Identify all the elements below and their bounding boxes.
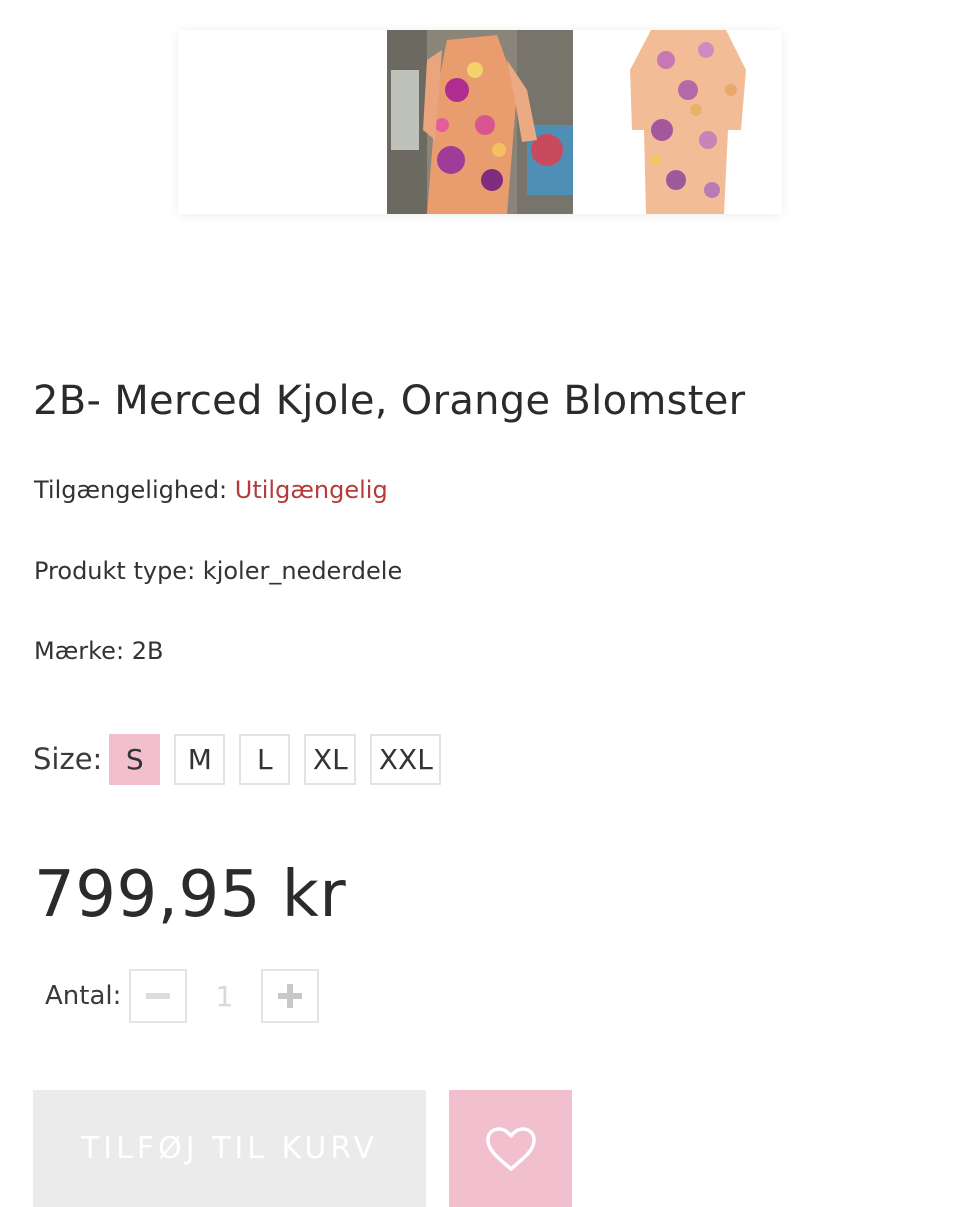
quantity-increase-button[interactable]: [261, 969, 320, 1023]
product-type-value: kjoler_nederdele: [202, 557, 403, 585]
size-option-xxl[interactable]: XXL: [370, 733, 442, 785]
add-to-cart-button[interactable]: TILFØJ TIL KURV: [33, 1090, 426, 1207]
size-option-xl[interactable]: XL: [304, 733, 357, 785]
product-price: 799,95 kr: [34, 858, 347, 932]
wishlist-button[interactable]: [449, 1090, 572, 1207]
quantity-stepper: Antal: 1: [45, 968, 320, 1024]
plus-icon: [278, 984, 303, 1008]
availability-status: Utilgængelig: [234, 476, 388, 504]
quantity-label: Antal:: [45, 981, 122, 1011]
thumbnail-model-photo[interactable]: [387, 30, 573, 214]
availability-label: Tilgængelighed:: [34, 476, 228, 504]
brand-value: 2B: [131, 637, 164, 665]
size-option-s[interactable]: S: [109, 733, 161, 785]
minus-icon: [146, 993, 171, 999]
brand-row: Mærke: 2B: [34, 637, 163, 665]
brand-label: Mærke:: [34, 637, 125, 665]
thumbnail-product-photo[interactable]: [596, 30, 782, 214]
heart-icon: [485, 1126, 536, 1171]
product-type-label: Produkt type:: [34, 557, 196, 585]
size-label: Size:: [33, 742, 103, 776]
thumbnail-blank[interactable]: [178, 30, 386, 214]
product-title: 2B- Merced Kjole, Orange Blomster: [33, 378, 746, 424]
quantity-value[interactable]: 1: [187, 980, 261, 1013]
product-thumbnail-strip: [178, 30, 782, 214]
product-type-row: Produkt type: kjoler_nederdele: [34, 557, 402, 585]
size-option-m[interactable]: M: [174, 733, 226, 785]
availability-row: Tilgængelighed: Utilgængelig: [34, 476, 388, 504]
quantity-decrease-button[interactable]: [129, 969, 188, 1023]
size-selector: Size: S M L XL XXL: [33, 733, 455, 785]
size-option-l[interactable]: L: [239, 733, 291, 785]
